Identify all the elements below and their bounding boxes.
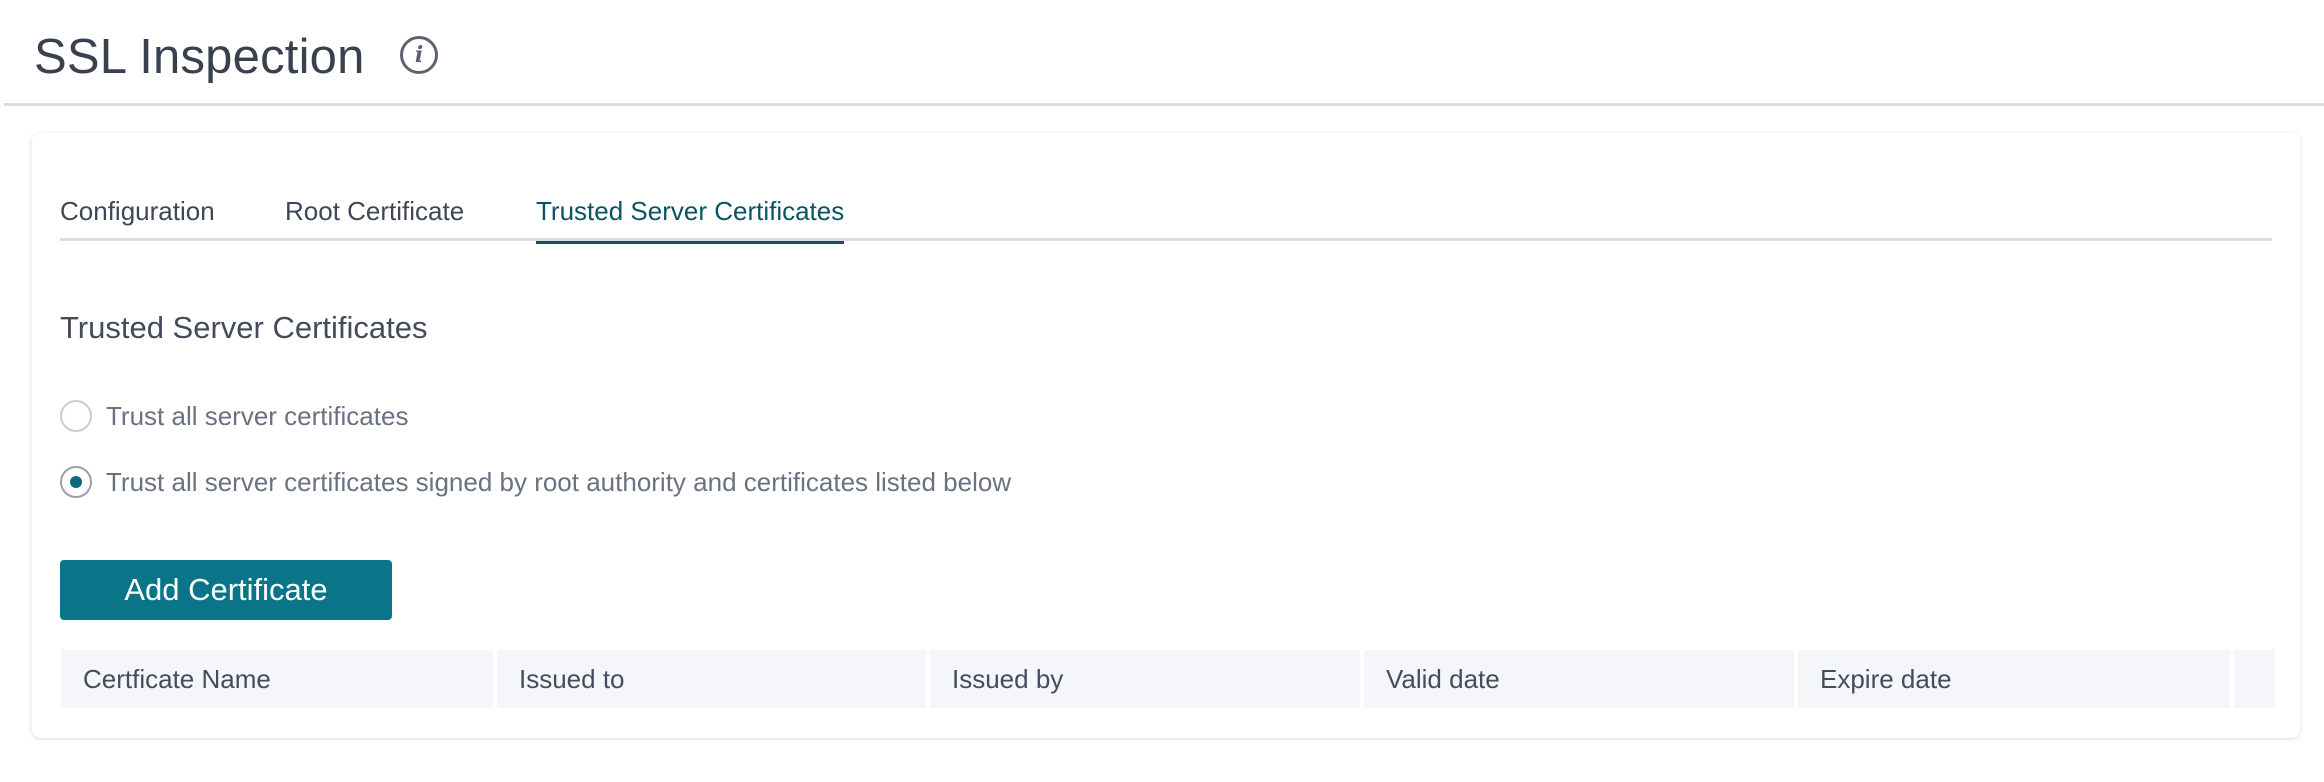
radio-label: Trust all server certificates signed by … <box>106 467 1012 497</box>
content-card: Configuration Root Certificate Trusted S… <box>32 133 2300 738</box>
page-title: SSL Inspection <box>34 30 365 84</box>
radio-trust-signed-and-listed[interactable]: Trust all server certificates signed by … <box>60 465 1011 499</box>
column-header-issued-to[interactable]: Issued to <box>497 650 926 708</box>
tab-bar: Configuration Root Certificate Trusted S… <box>60 195 2272 244</box>
tab-root-certificate[interactable]: Root Certificate <box>285 195 464 241</box>
tab-trusted-server-certificates[interactable]: Trusted Server Certificates <box>536 195 845 244</box>
radio-button-unchecked[interactable] <box>60 400 92 432</box>
column-header-valid-date[interactable]: Valid date <box>1364 650 1794 708</box>
section-title: Trusted Server Certificates <box>60 310 428 345</box>
certificates-table-header: Certficate Name Issued to Issued by Vali… <box>61 650 2275 708</box>
radio-label: Trust all server certificates <box>106 401 409 431</box>
radio-trust-all[interactable]: Trust all server certificates <box>60 399 408 433</box>
page-header: SSL Inspection i <box>4 0 2324 106</box>
column-header-issued-by[interactable]: Issued by <box>930 650 1360 708</box>
add-certificate-button[interactable]: Add Certificate <box>60 560 392 620</box>
column-header-certificate-name[interactable]: Certficate Name <box>61 650 493 708</box>
info-icon[interactable]: i <box>400 36 438 74</box>
column-header-expire-date[interactable]: Expire date <box>1798 650 2230 708</box>
column-header-actions <box>2234 650 2275 708</box>
radio-button-checked[interactable] <box>60 466 92 498</box>
tab-configuration[interactable]: Configuration <box>60 195 215 241</box>
